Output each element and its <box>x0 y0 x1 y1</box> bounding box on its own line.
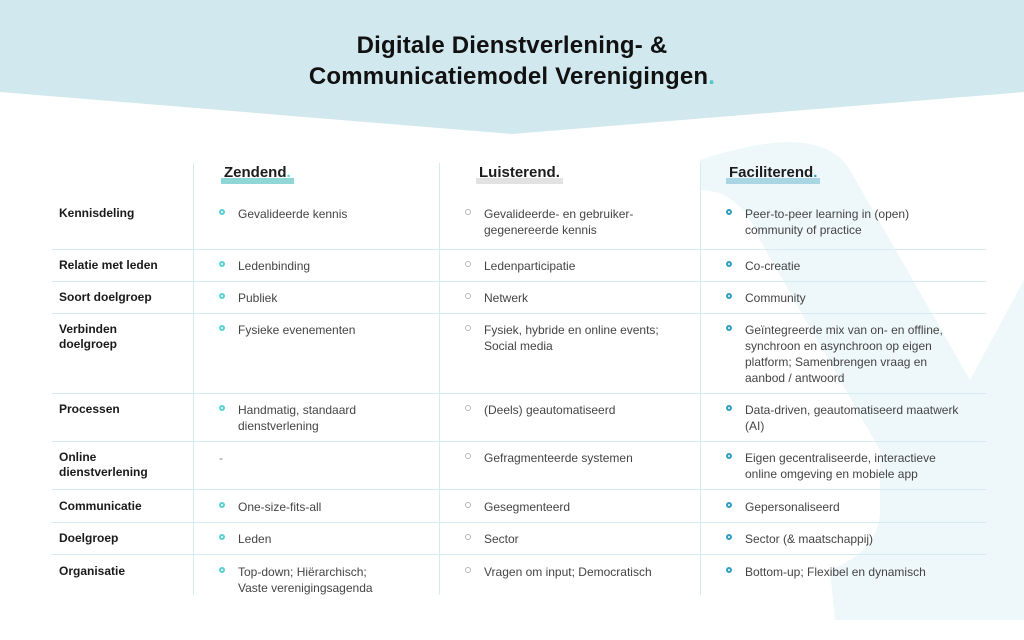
circle-bullet-icon <box>465 405 471 411</box>
empty-dash: - <box>219 451 223 465</box>
circle-bullet-icon <box>465 209 471 215</box>
column-header-zendend: Zendend. <box>221 164 294 184</box>
circle-bullet-icon <box>726 293 732 299</box>
circle-bullet-icon <box>726 209 732 215</box>
row-label: Communicatie <box>59 499 142 513</box>
table-row: Kennisdeling Gevalideerde kennis Gevalid… <box>52 206 986 250</box>
table-row: Online dienstverlening - Gefragmenteerde… <box>52 450 986 490</box>
table-row: Soort doelgroep Publiek Netwerk Communit… <box>52 290 986 314</box>
circle-bullet-icon <box>219 293 225 299</box>
circle-bullet-icon <box>219 209 225 215</box>
circle-bullet-icon <box>219 567 225 573</box>
circle-bullet-icon <box>465 567 471 573</box>
row-label: Kennisdeling <box>59 206 135 220</box>
circle-bullet-icon <box>726 502 732 508</box>
circle-bullet-icon <box>465 293 471 299</box>
circle-bullet-icon <box>726 405 732 411</box>
title-dot: . <box>708 63 716 90</box>
column-header-luisterend: Luisterend. <box>476 164 563 184</box>
row-label: Processen <box>59 402 120 416</box>
circle-bullet-icon <box>726 261 732 267</box>
row-label: Online dienstverlening <box>59 450 148 479</box>
circle-bullet-icon <box>219 325 225 331</box>
row-label: Verbinden doelgroep <box>59 322 118 351</box>
circle-bullet-icon <box>465 325 471 331</box>
circle-bullet-icon <box>726 453 732 459</box>
table-row: Communicatie One-size-fits-all Gesegment… <box>52 499 986 523</box>
circle-bullet-icon <box>726 325 732 331</box>
page-title: Digitale Dienstverlening- & Communicatie… <box>0 30 1024 92</box>
circle-bullet-icon <box>465 261 471 267</box>
table-row: Relatie met leden Ledenbinding Ledenpart… <box>52 258 986 282</box>
title-line-2: Communicatiemodel Verenigingen. <box>308 63 716 90</box>
table-row: Organisatie Top-down; Hiërarchisch; Vast… <box>59 564 926 595</box>
table-row: Processen Handmatig, standaard dienstver… <box>52 402 986 442</box>
row-label: Doelgroep <box>59 531 119 545</box>
circle-bullet-icon <box>726 534 732 540</box>
circle-bullet-icon <box>726 567 732 573</box>
table-row: Verbinden doelgroep Fysieke evenementen … <box>52 322 986 394</box>
table-row: Doelgroep Leden Sector Sector (& maatsch… <box>52 531 986 555</box>
circle-bullet-icon <box>219 502 225 508</box>
circle-bullet-icon <box>465 453 471 459</box>
row-label: Soort doelgroep <box>59 290 152 304</box>
circle-bullet-icon <box>465 534 471 540</box>
circle-bullet-icon <box>219 405 225 411</box>
row-label: Relatie met leden <box>59 258 158 272</box>
circle-bullet-icon <box>219 534 225 540</box>
row-label: Organisatie <box>59 564 126 578</box>
title-line-1: Digitale Dienstverlening- & <box>356 32 668 59</box>
column-header-faciliterend: Faciliterend. <box>726 164 821 184</box>
circle-bullet-icon <box>219 261 225 267</box>
circle-bullet-icon <box>465 502 471 508</box>
